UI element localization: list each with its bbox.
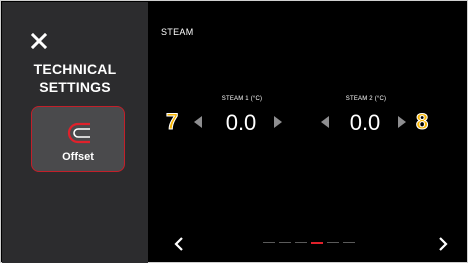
page-title: STEAM [161, 27, 194, 37]
page-dot [295, 242, 307, 243]
callout-7: 7 [165, 109, 179, 135]
screen-frame: TECHNICAL SETTINGS Offset STEAM STEAM 1 … [0, 0, 468, 263]
callout-8: 8 [415, 109, 429, 135]
steam2-label: STEAM 2 (°C) [345, 96, 387, 102]
steam2-value: 0.0 [349, 110, 381, 135]
next-page-button[interactable] [435, 235, 451, 253]
steam1-value: 0.0 [225, 110, 257, 135]
offset-icon [67, 122, 90, 144]
page-dot [279, 242, 291, 243]
page-dot [311, 241, 323, 244]
offset-button[interactable]: Offset [31, 106, 125, 172]
page-dot [343, 242, 355, 243]
close-button[interactable] [26, 28, 52, 54]
steam1-increase-button[interactable] [274, 116, 282, 128]
previous-page-button[interactable] [171, 235, 187, 253]
page-dot [263, 242, 275, 243]
sidebar: TECHNICAL SETTINGS Offset [2, 2, 148, 263]
page-indicator [263, 241, 355, 244]
offset-button-label: Offset [62, 151, 94, 163]
steam1-decrease-button[interactable] [194, 116, 202, 128]
steam2-decrease-button[interactable] [321, 116, 329, 128]
sidebar-title: TECHNICAL SETTINGS [2, 60, 148, 96]
page-dot [327, 242, 339, 243]
sidebar-title-line1: TECHNICAL [33, 61, 117, 77]
sidebar-title-line2: SETTINGS [39, 79, 111, 95]
steam2-increase-button[interactable] [398, 116, 406, 128]
steam1-label: STEAM 1 (°C) [221, 96, 263, 102]
close-icon [31, 33, 47, 49]
